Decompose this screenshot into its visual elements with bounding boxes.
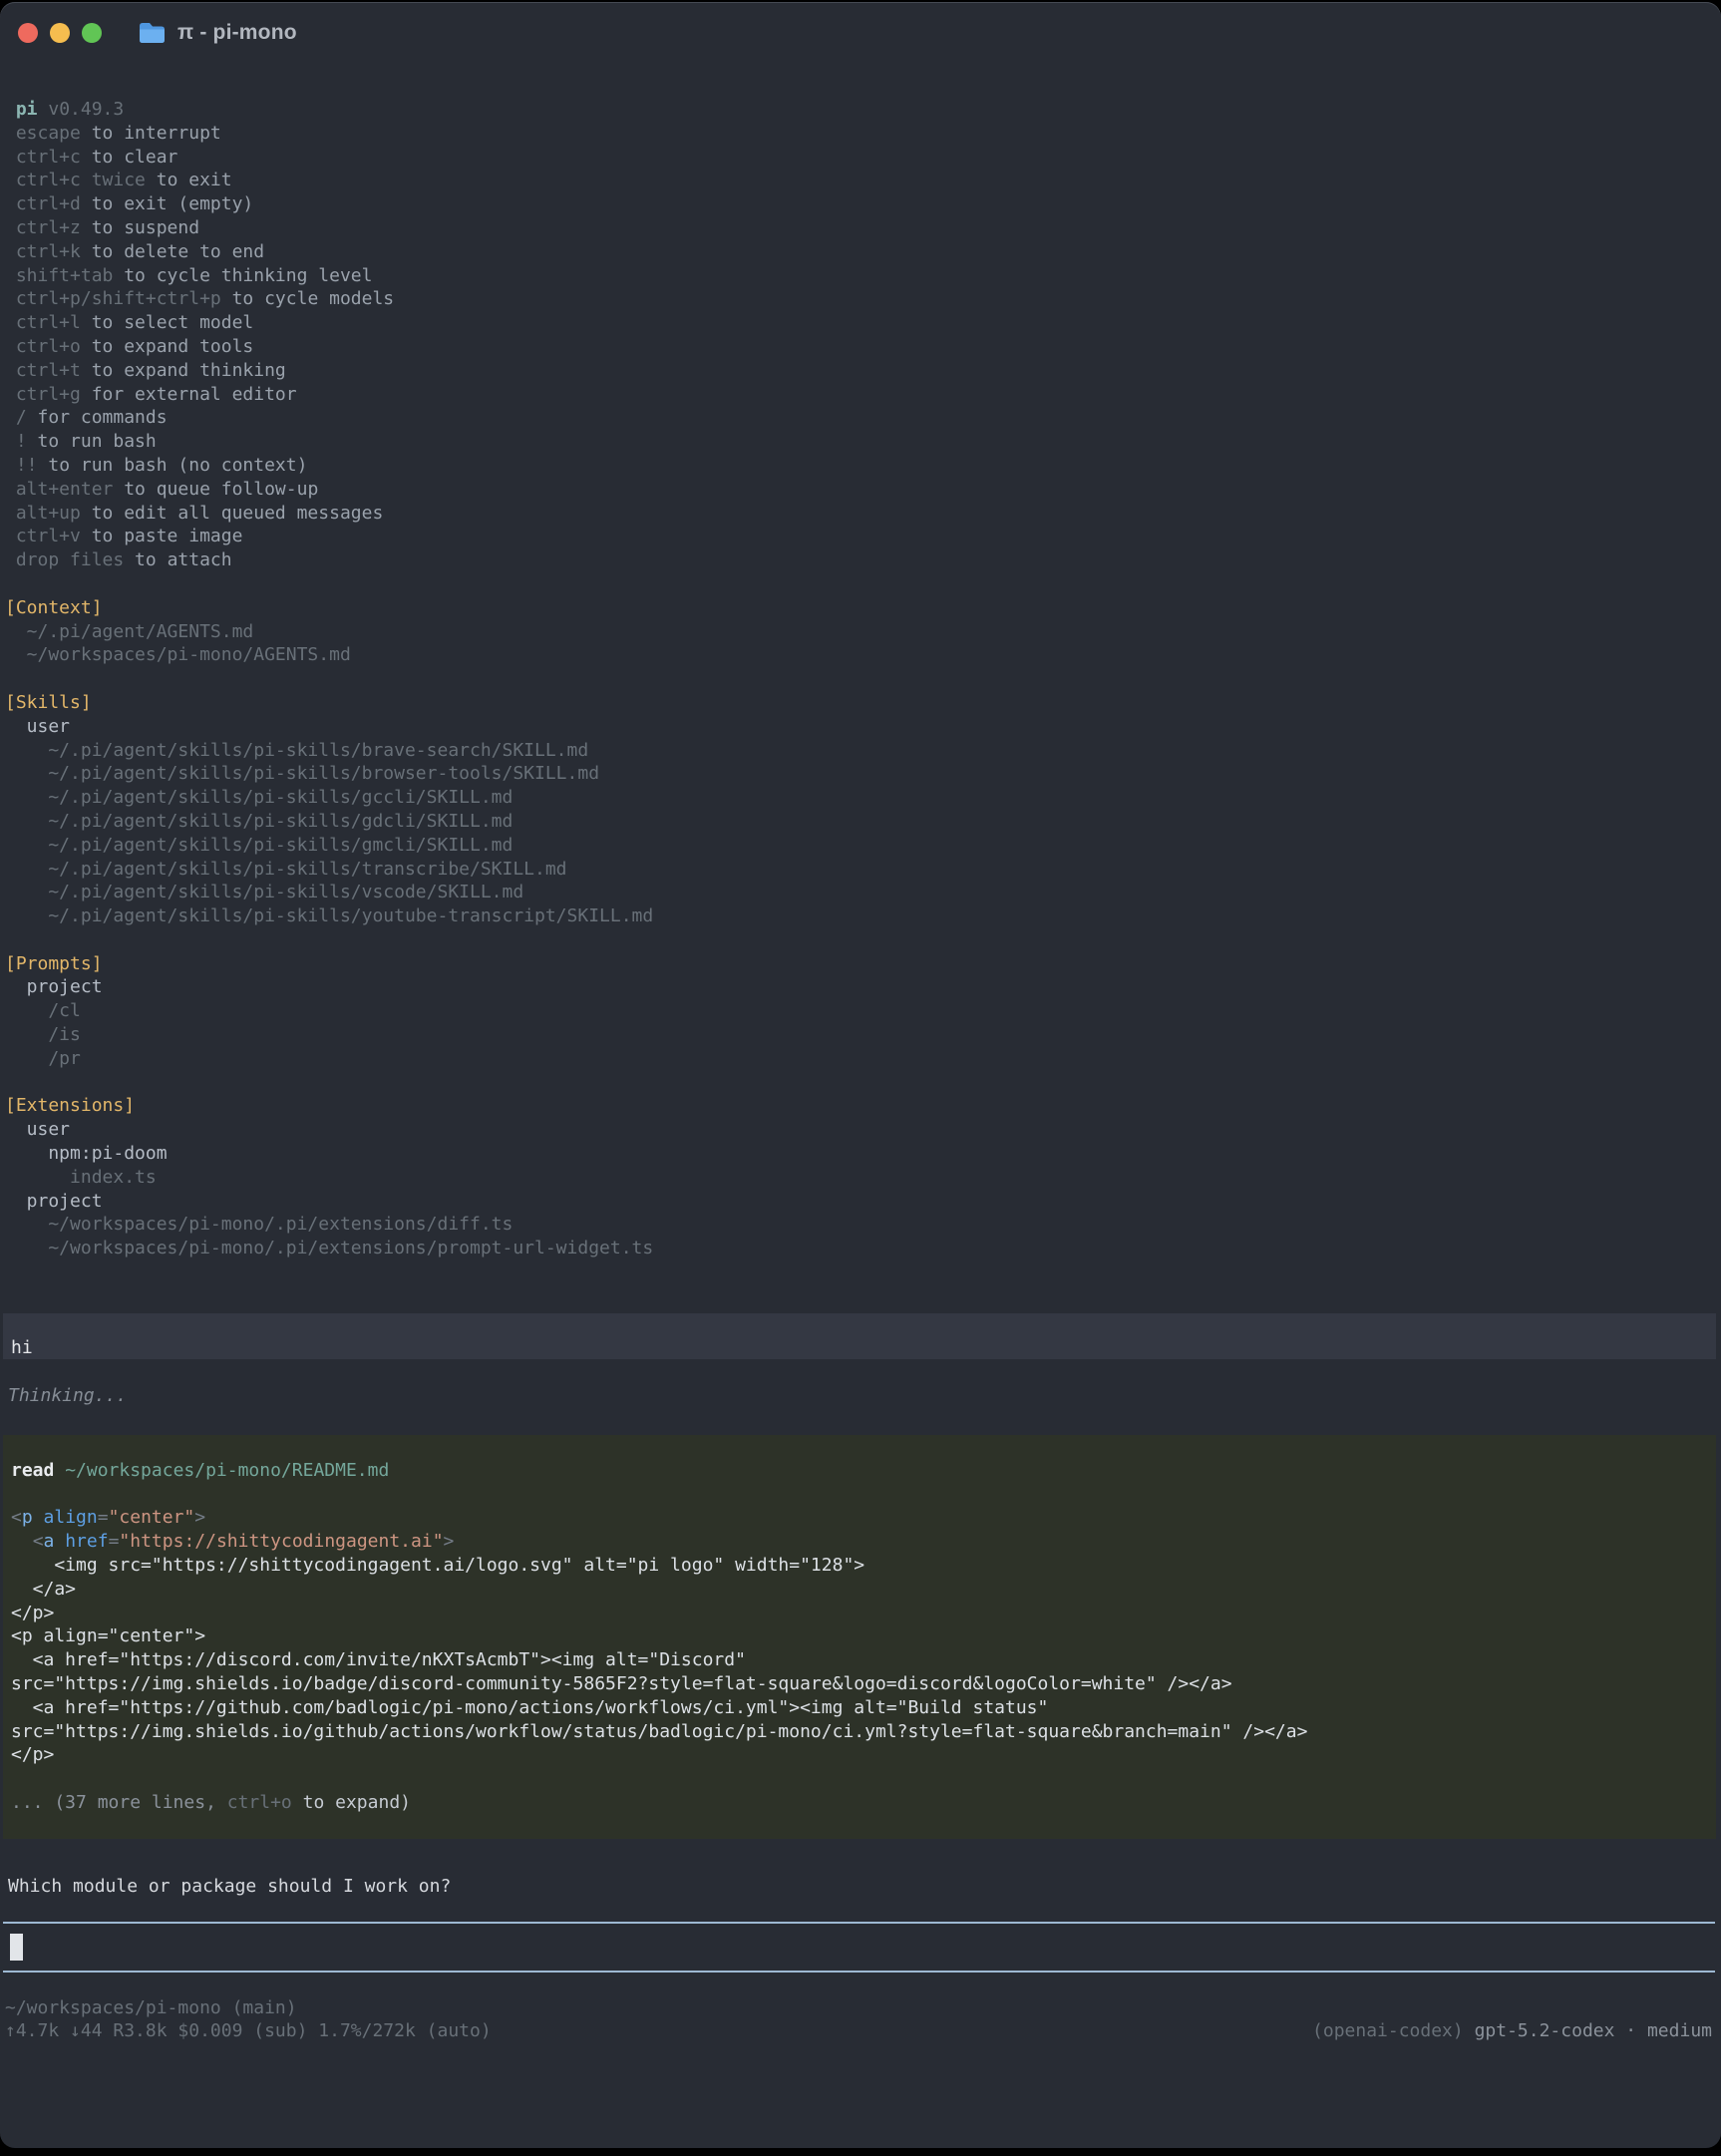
status-model: gpt-5.2-codex · medium: [1475, 2020, 1712, 2041]
terminal-line: ~/.pi/agent/skills/pi-skills/transcribe/…: [5, 858, 1721, 882]
terminal-line: <p align="center">: [11, 1506, 1716, 1530]
terminal-line: ~/.pi/agent/skills/pi-skills/vscode/SKIL…: [5, 881, 1721, 904]
terminal-line: index.ts: [5, 1166, 1721, 1190]
terminal-line: user: [5, 1118, 1721, 1142]
status-token-stats: ↑4.7k ↓44 R3.8k $0.009 (sub) 1.7%/272k (…: [5, 2019, 492, 2043]
folder-icon: [138, 21, 167, 45]
session-info: pi v0.49.3 escape to interrupt ctrl+c to…: [0, 98, 1721, 1260]
terminal-line: </p>: [11, 1602, 1716, 1625]
terminal-line: project: [5, 975, 1721, 999]
terminal-line: <a href="https://shittycodingagent.ai">: [11, 1530, 1716, 1554]
status-bar: ~/workspaces/pi-mono (main) ↑4.7k ↓44 R3…: [0, 1996, 1721, 2044]
terminal-line: ctrl+c twice to exit: [5, 169, 1721, 192]
terminal-line: ctrl+o to expand tools: [5, 335, 1721, 359]
terminal-line: [Extensions]: [5, 1094, 1721, 1118]
terminal-line: / for commands: [5, 406, 1721, 430]
assistant-message: Which module or package should I work on…: [0, 1875, 1721, 1899]
status-left: ~/workspaces/pi-mono (main) ↑4.7k ↓44 R3…: [5, 1996, 492, 2044]
terminal-line: pi v0.49.3: [5, 98, 1721, 122]
terminal-line: escape to interrupt: [5, 122, 1721, 146]
tool-call-read: read ~/workspaces/pi-mono/README.md <p al…: [3, 1435, 1716, 1839]
terminal-line: ~/workspaces/pi-mono/.pi/extensions/prom…: [5, 1237, 1721, 1260]
terminal-line: <p align="center">: [11, 1624, 1716, 1648]
prompt-input[interactable]: [3, 1922, 1715, 1973]
terminal-line: read ~/workspaces/pi-mono/README.md: [11, 1459, 1716, 1483]
terminal-line: ctrl+c to clear: [5, 146, 1721, 170]
terminal-line: [11, 1483, 1716, 1507]
terminal-line: /cl: [5, 999, 1721, 1023]
terminal-content: pi v0.49.3 escape to interrupt ctrl+c to…: [0, 98, 1721, 2043]
terminal-line: ~/.pi/agent/AGENTS.md: [5, 620, 1721, 644]
close-button[interactable]: [18, 23, 38, 43]
terminal-line: ~/workspaces/pi-mono/AGENTS.md: [5, 643, 1721, 667]
terminal-line: src="https://img.shields.io/github/actio…: [11, 1720, 1716, 1744]
terminal-line: !! to run bash (no context): [5, 454, 1721, 478]
traffic-lights: [18, 23, 114, 43]
terminal-line: [Prompts]: [5, 952, 1721, 976]
terminal-line: user: [5, 715, 1721, 739]
terminal-line: [Context]: [5, 596, 1721, 620]
thinking-indicator: Thinking...: [0, 1384, 1721, 1408]
terminal-window: π - pi-mono pi v0.49.3 escape to interru…: [0, 2, 1721, 2148]
terminal-line: [5, 667, 1721, 691]
terminal-line: ... (37 more lines, ctrl+o to expand): [11, 1791, 1716, 1815]
user-message: hi: [3, 1313, 1716, 1359]
terminal-line: <a href="https://discord.com/invite/nKXT…: [11, 1648, 1716, 1672]
window-title: π - pi-mono: [177, 21, 297, 45]
terminal-line: </a>: [11, 1578, 1716, 1602]
terminal-line: npm:pi-doom: [5, 1142, 1721, 1166]
terminal-line: ctrl+p/shift+ctrl+p to cycle models: [5, 287, 1721, 311]
terminal-line: alt+up to edit all queued messages: [5, 502, 1721, 526]
terminal-line: ~/.pi/agent/skills/pi-skills/gccli/SKILL…: [5, 786, 1721, 810]
terminal-line: drop files to attach: [5, 548, 1721, 572]
terminal-line: ctrl+g for external editor: [5, 383, 1721, 407]
zoom-button[interactable]: [82, 23, 102, 43]
terminal-line: shift+tab to cycle thinking level: [5, 264, 1721, 288]
status-cwd: ~/workspaces/pi-mono (main): [5, 1996, 492, 2020]
terminal-line: [11, 1767, 1716, 1791]
titlebar: π - pi-mono: [0, 2, 1721, 64]
terminal-line: /is: [5, 1023, 1721, 1047]
terminal-line: ! to run bash: [5, 430, 1721, 454]
terminal-line: [5, 1071, 1721, 1095]
terminal-line: ~/.pi/agent/skills/pi-skills/youtube-tra…: [5, 904, 1721, 928]
terminal-line: ctrl+d to exit (empty): [5, 192, 1721, 216]
terminal-line: ~/.pi/agent/skills/pi-skills/browser-too…: [5, 762, 1721, 786]
terminal-line: ~/.pi/agent/skills/pi-skills/brave-searc…: [5, 739, 1721, 763]
terminal-line: ~/workspaces/pi-mono/.pi/extensions/diff…: [5, 1213, 1721, 1237]
terminal-line: ctrl+v to paste image: [5, 525, 1721, 548]
terminal-line: ctrl+t to expand thinking: [5, 359, 1721, 383]
terminal-line: ctrl+k to delete to end: [5, 240, 1721, 264]
status-provider: (openai-codex): [1312, 2020, 1475, 2041]
terminal-line: src="https://img.shields.io/badge/discor…: [11, 1672, 1716, 1696]
status-right: (openai-codex) gpt-5.2-codex · medium: [1312, 2019, 1712, 2043]
terminal-line: ctrl+l to select model: [5, 311, 1721, 335]
terminal-line: [Skills]: [5, 691, 1721, 715]
terminal-line: [5, 928, 1721, 952]
terminal-line: alt+enter to queue follow-up: [5, 478, 1721, 502]
text-cursor: [10, 1934, 23, 1961]
terminal-line: project: [5, 1190, 1721, 1214]
window-title-group: π - pi-mono: [138, 21, 297, 45]
terminal-line: ~/.pi/agent/skills/pi-skills/gmcli/SKILL…: [5, 834, 1721, 858]
minimize-button[interactable]: [50, 23, 70, 43]
terminal-line: ~/.pi/agent/skills/pi-skills/gdcli/SKILL…: [5, 810, 1721, 834]
terminal-line: <img src="https://shittycodingagent.ai/l…: [11, 1554, 1716, 1578]
terminal-line: ctrl+z to suspend: [5, 216, 1721, 240]
terminal-line: </p>: [11, 1743, 1716, 1767]
terminal-line: [5, 572, 1721, 596]
terminal-line: /pr: [5, 1047, 1721, 1071]
terminal-line: <a href="https://github.com/badlogic/pi-…: [11, 1696, 1716, 1720]
